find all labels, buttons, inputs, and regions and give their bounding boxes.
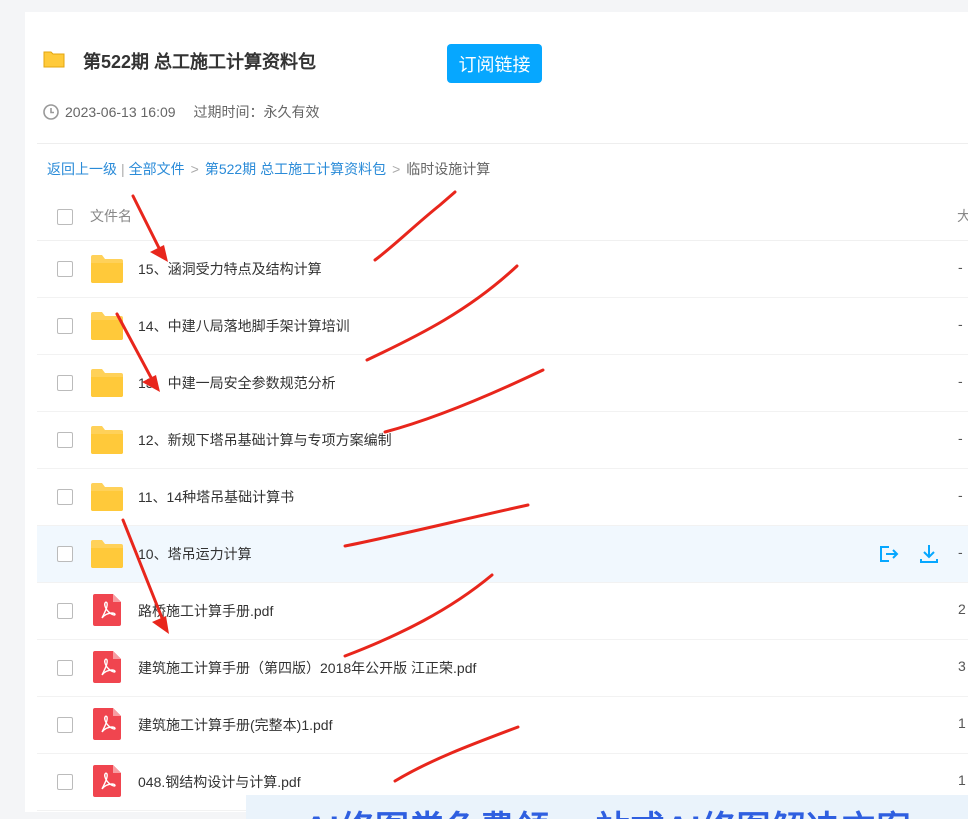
pdf-icon	[93, 765, 121, 797]
save-to-drive-icon[interactable]	[876, 542, 900, 566]
breadcrumb-parent[interactable]: 第522期 总工施工计算资料包	[205, 161, 386, 177]
row-checkbox[interactable]	[57, 261, 73, 277]
share-expiry: 过期时间：永久有效	[193, 104, 320, 120]
breadcrumb-back[interactable]: 返回上一级	[47, 161, 117, 177]
file-size: -	[958, 430, 963, 446]
breadcrumb-all-files[interactable]: 全部文件	[129, 161, 185, 177]
file-size: 3	[958, 658, 966, 674]
folder-icon	[90, 368, 124, 398]
header-divider	[37, 143, 968, 144]
column-size-header: 大	[957, 208, 968, 224]
ad-banner-text: AI修图常免费领 一站式AI修图解决方案	[304, 801, 911, 819]
pdf-icon	[93, 594, 121, 626]
folder-icon	[90, 482, 124, 512]
clock-icon	[43, 104, 59, 120]
file-name[interactable]: 11、14种塔吊基础计算书	[138, 487, 294, 507]
breadcrumb-current: 临时设施计算	[406, 161, 491, 177]
row-checkbox[interactable]	[57, 717, 73, 733]
share-header: 第522期 总工施工计算资料包 订阅链接 2023-06-13 16:09 过期…	[25, 12, 968, 177]
row-checkbox[interactable]	[57, 318, 73, 334]
file-name[interactable]: 13、中建一局安全参数规范分析	[138, 373, 336, 393]
share-date: 2023-06-13 16:09	[65, 104, 176, 120]
file-name[interactable]: 048.钢结构设计与计算.pdf	[138, 772, 301, 792]
folder-row[interactable]: 14、中建八局落地脚手架计算培训 -	[37, 298, 968, 355]
row-checkbox[interactable]	[57, 432, 73, 448]
folder-icon	[90, 425, 124, 455]
select-all-checkbox[interactable]	[57, 209, 73, 225]
pdf-icon	[93, 708, 121, 740]
share-title: 第522期 总工施工计算资料包	[83, 52, 317, 72]
file-row[interactable]: 建筑施工计算手册（第四版）2018年公开版 江正荣.pdf 3	[37, 640, 968, 697]
row-checkbox[interactable]	[57, 489, 73, 505]
file-size: 1	[958, 715, 966, 731]
folder-icon	[90, 539, 124, 569]
breadcrumb: 返回上一级 | 全部文件 > 第522期 总工施工计算资料包 > 临时设施计算	[47, 161, 491, 177]
file-size: -	[958, 487, 963, 503]
file-row[interactable]: 建筑施工计算手册(完整本)1.pdf 1	[37, 697, 968, 754]
pdf-icon	[93, 651, 121, 683]
file-name[interactable]: 建筑施工计算手册（第四版）2018年公开版 江正荣.pdf	[138, 658, 476, 678]
folder-row[interactable]: 11、14种塔吊基础计算书 -	[37, 469, 968, 526]
folder-icon	[90, 311, 124, 341]
file-name[interactable]: 10、塔吊运力计算	[138, 544, 252, 564]
folder-row[interactable]: 13、中建一局安全参数规范分析 -	[37, 355, 968, 412]
file-size: -	[958, 259, 963, 275]
column-name-header: 文件名	[90, 208, 132, 224]
subscribe-button[interactable]: 订阅链接	[447, 44, 542, 83]
file-list-header: 文件名 大	[37, 188, 968, 241]
folder-row[interactable]: 10、塔吊运力计算 -	[37, 526, 968, 583]
share-panel: 第522期 总工施工计算资料包 订阅链接 2023-06-13 16:09 过期…	[25, 12, 968, 812]
file-list: 文件名 大 15、涵洞受力特点及结构计算 -14、中建八局落地脚手架计算培训 -13…	[37, 188, 968, 811]
folder-icon	[43, 51, 65, 68]
share-meta: 2023-06-13 16:09 过期时间：永久有效	[43, 102, 320, 122]
row-checkbox[interactable]	[57, 375, 73, 391]
folder-row[interactable]: 12、新规下塔吊基础计算与专项方案编制 -	[37, 412, 968, 469]
file-row[interactable]: 路桥施工计算手册.pdf 2	[37, 583, 968, 640]
file-name[interactable]: 15、涵洞受力特点及结构计算	[138, 259, 322, 279]
folder-row[interactable]: 15、涵洞受力特点及结构计算 -	[37, 241, 968, 298]
row-checkbox[interactable]	[57, 603, 73, 619]
file-name[interactable]: 建筑施工计算手册(完整本)1.pdf	[138, 715, 332, 735]
file-name[interactable]: 12、新规下塔吊基础计算与专项方案编制	[138, 430, 392, 450]
ad-banner[interactable]: AI修图常免费领 一站式AI修图解决方案	[246, 795, 968, 819]
file-name[interactable]: 路桥施工计算手册.pdf	[138, 601, 273, 621]
row-checkbox[interactable]	[57, 546, 73, 562]
file-size: -	[958, 316, 963, 332]
file-size: 2	[958, 601, 966, 617]
file-size: 1	[958, 772, 966, 788]
file-size: -	[958, 544, 963, 560]
file-name[interactable]: 14、中建八局落地脚手架计算培训	[138, 316, 350, 336]
download-icon[interactable]	[917, 542, 941, 566]
file-size: -	[958, 373, 963, 389]
folder-icon	[90, 254, 124, 284]
row-checkbox[interactable]	[57, 660, 73, 676]
row-checkbox[interactable]	[57, 774, 73, 790]
